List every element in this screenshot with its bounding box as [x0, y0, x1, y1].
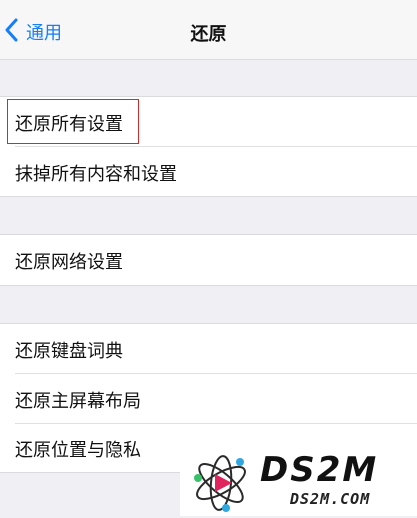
cell-label: 还原所有设置 [15, 114, 123, 135]
watermark-brand: DS2M [260, 450, 379, 490]
cell-label: 还原键盘词典 [15, 341, 123, 362]
cell-label: 还原网络设置 [15, 252, 123, 273]
atom-logo-icon [190, 452, 252, 514]
reset-group-2: 还原网络设置 [0, 234, 417, 286]
reset-keyboard-dictionary-cell[interactable]: 还原键盘词典 [0, 324, 417, 374]
reset-home-screen-layout-cell[interactable]: 还原主屏幕布局 [0, 374, 417, 424]
page-title: 还原 [190, 24, 227, 45]
watermark-domain: DS2M.COM [290, 490, 371, 508]
navigation-bar: 通用 还原 [0, 0, 417, 60]
cell-label: 抹掉所有内容和设置 [15, 164, 177, 185]
erase-all-content-cell[interactable]: 抹掉所有内容和设置 [0, 147, 417, 197]
reset-group-1: 还原所有设置 抹掉所有内容和设置 [0, 96, 417, 197]
reset-all-settings-cell[interactable]: 还原所有设置 [0, 97, 417, 147]
cell-label: 还原位置与隐私 [15, 440, 141, 461]
reset-network-settings-cell[interactable]: 还原网络设置 [0, 235, 417, 285]
cell-label: 还原主屏幕布局 [15, 391, 141, 412]
watermark: DS2M DS2M.COM [180, 448, 417, 516]
